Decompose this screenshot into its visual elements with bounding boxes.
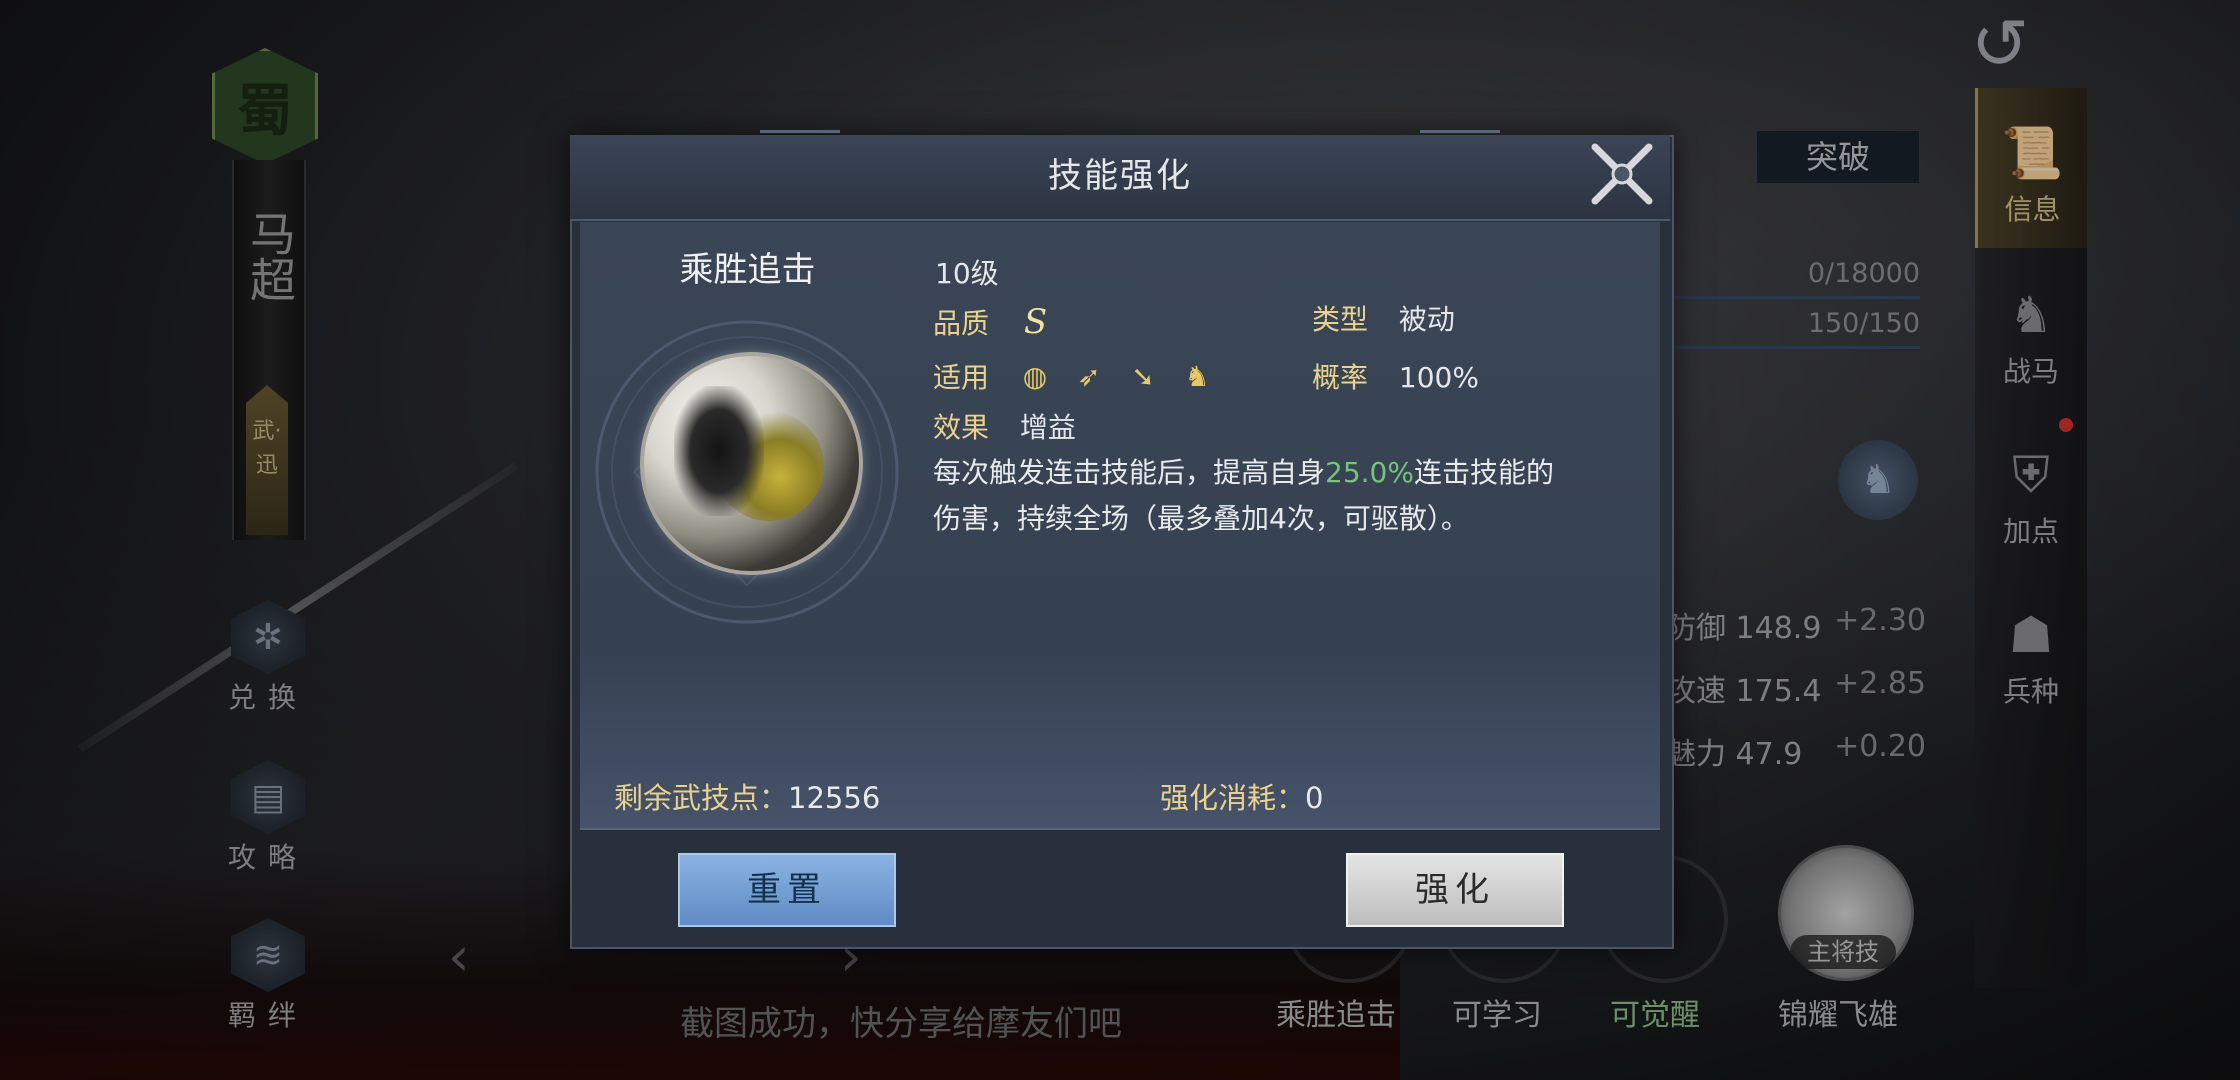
shield-icon: ◍: [1022, 359, 1048, 393]
skill-icon: [640, 352, 863, 575]
bow-icon: ➶: [1077, 359, 1101, 393]
remaining-points: 剩余武技点：12556: [614, 775, 880, 817]
footer-divider: [580, 828, 1660, 830]
chance-row: 概率 100%: [1312, 356, 1479, 396]
effect-label: 效果: [933, 411, 990, 444]
close-icon: [1591, 143, 1653, 205]
type-value: 被动: [1398, 303, 1455, 336]
type-label: 类型: [1312, 303, 1369, 336]
enhance-cost: 强化消耗：0: [1160, 775, 1323, 817]
desc-highlight: 25.0%: [1325, 456, 1414, 489]
applies-label: 适用: [933, 361, 990, 394]
effect-value: 增益: [1019, 411, 1076, 444]
skill-description: 每次触发连击技能后，提高自身25.0%连击技能的 伤害，持续全场（最多叠加4次，…: [933, 450, 1633, 542]
effect-row: 效果 增益: [933, 406, 1076, 446]
quality-row: 品质 S: [933, 302, 1047, 342]
chance-label: 概率: [1312, 361, 1369, 394]
skill-level: 10级: [935, 257, 999, 290]
reset-button[interactable]: 重置: [678, 853, 896, 927]
horse-icon: ♞: [1184, 359, 1210, 393]
close-button[interactable]: [1586, 138, 1658, 210]
spear-icon: ➘: [1131, 359, 1155, 393]
skill-name: 乘胜追击: [679, 250, 816, 290]
cost-value: 0: [1305, 781, 1324, 815]
points-label: 剩余武技点：: [614, 781, 789, 815]
enhance-button[interactable]: 强化: [1346, 853, 1564, 927]
points-value: 12556: [788, 781, 881, 815]
dialog-title: 技能强化: [1048, 156, 1192, 196]
desc-text: 伤害，持续全场（最多叠加4次，可驱散）。: [933, 502, 1469, 535]
chance-value: 100%: [1398, 361, 1479, 394]
quality-value: S: [1023, 302, 1048, 342]
quality-label: 品质: [933, 307, 990, 340]
desc-text: 连击技能的: [1413, 456, 1554, 489]
desc-text: 每次触发连击技能后，提高自身: [933, 456, 1326, 489]
cost-label: 强化消耗：: [1160, 781, 1306, 815]
type-row: 类型 被动: [1312, 298, 1455, 338]
applies-row: 适用 ◍ ➶ ➘ ♞: [933, 356, 1233, 396]
